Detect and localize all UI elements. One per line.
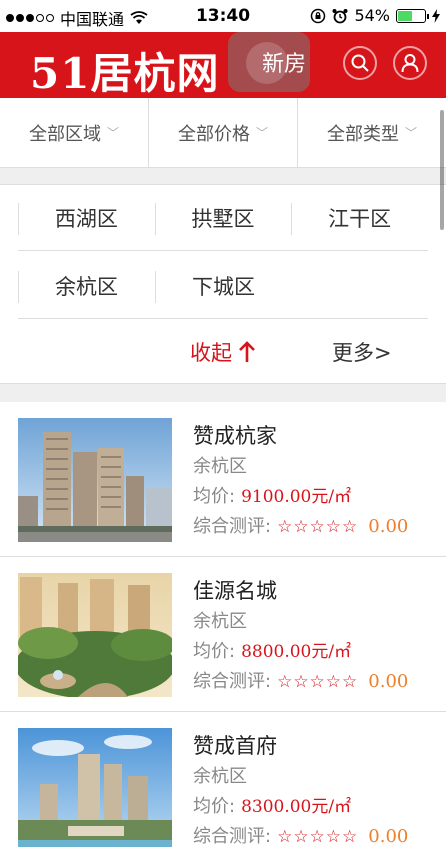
filter-area[interactable]: 全部区域 ﹀ [0, 98, 149, 167]
star-rating-icon: ☆☆☆☆☆ [277, 672, 359, 692]
price-label: 均价: [193, 796, 236, 817]
district-jianggan[interactable]: 江干区 [291, 185, 428, 251]
battery-percent: 54% [354, 6, 390, 25]
status-right: 54% [310, 6, 440, 25]
filter-type-label: 全部类型 [326, 123, 399, 145]
district-row: 余杭区 下城区 [18, 253, 428, 319]
listing-district: 余杭区 [193, 766, 247, 787]
listing-district: 余杭区 [193, 456, 247, 477]
listing-item[interactable]: 赞成杭家 余杭区 均价: 9100.00元/㎡ 综合测评: ☆☆☆☆☆ 0.00 [0, 402, 446, 557]
user-icon [401, 54, 419, 73]
alarm-icon [332, 8, 348, 23]
listing-name: 赞成杭家 [193, 424, 277, 448]
rating-row: 综合测评: ☆☆☆☆☆ 0.00 [193, 667, 408, 697]
listing-photo [18, 728, 172, 847]
listing-price: 8300.00元/㎡ [241, 797, 352, 817]
price-label: 均价: [193, 486, 236, 507]
price-label: 均价: [193, 641, 236, 662]
listing-price: 9100.00元/㎡ [241, 487, 352, 507]
district-xihu[interactable]: 西湖区 [18, 185, 155, 251]
listing-photo [18, 573, 172, 697]
filter-price-label: 全部价格 [177, 123, 250, 145]
price-row: 均价: 8800.00元/㎡ [193, 637, 408, 667]
rating-row: 综合测评: ☆☆☆☆☆ 0.00 [193, 822, 408, 847]
district-xiacheng[interactable]: 下城区 [155, 253, 292, 319]
rating-label: 综合测评: [193, 671, 272, 692]
district-yuhang[interactable]: 余杭区 [18, 253, 155, 319]
price-row: 均价: 9100.00元/㎡ [193, 482, 408, 512]
collapse-button[interactable]: 收起 [190, 337, 256, 367]
charging-icon [432, 8, 440, 23]
search-icon [351, 54, 369, 72]
listing-photo [18, 418, 172, 542]
rating-label: 综合测评: [193, 826, 272, 847]
search-button[interactable] [343, 46, 377, 80]
more-button[interactable]: 更多> [332, 337, 392, 367]
panel-actions: 收起 更多> [0, 321, 446, 385]
filter-type[interactable]: 全部类型 ﹀ [298, 98, 446, 167]
chevron-down-icon: ﹀ [106, 126, 119, 140]
listing-info: 佳源名城 余杭区 均价: 8800.00元/㎡ 综合测评: ☆☆☆☆☆ 0.00 [193, 575, 408, 697]
app-header: 51居杭网 新房 [0, 32, 446, 98]
status-bar: 中国联通 13:40 54% [0, 0, 446, 32]
district-gongshu[interactable]: 拱墅区 [154, 185, 292, 251]
scrollbar[interactable] [440, 110, 444, 230]
listing-info: 赞成首府 余杭区 均价: 8300.00元/㎡ 综合测评: ☆☆☆☆☆ 0.00 [193, 730, 408, 847]
district-row: 西湖区 拱墅区 江干区 [18, 185, 428, 251]
rating-score: 0.00 [368, 826, 409, 847]
collapse-label: 收起 [190, 341, 232, 365]
chevron-down-icon: ﹀ [404, 126, 417, 140]
district-panel: 西湖区 拱墅区 江干区 余杭区 下城区 收起 更多> [0, 184, 446, 384]
star-rating-icon: ☆☆☆☆☆ [277, 517, 359, 537]
orientation-lock-icon [311, 8, 326, 23]
listing-district: 余杭区 [193, 611, 247, 632]
listing-item[interactable]: 佳源名城 余杭区 均价: 8800.00元/㎡ 综合测评: ☆☆☆☆☆ 0.00 [0, 557, 446, 712]
new-house-label: 新房 [261, 52, 306, 77]
star-rating-icon: ☆☆☆☆☆ [277, 827, 359, 847]
filter-price[interactable]: 全部价格 ﹀ [149, 98, 298, 167]
user-button[interactable] [393, 46, 427, 80]
rating-label: 综合测评: [193, 516, 272, 537]
rating-row: 综合测评: ☆☆☆☆☆ 0.00 [193, 512, 408, 542]
site-logo[interactable]: 51居杭网 [30, 40, 219, 101]
new-house-button[interactable]: 新房 [228, 32, 310, 92]
listing-name: 赞成首府 [193, 734, 277, 758]
filter-area-label: 全部区域 [28, 123, 101, 145]
battery-icon [396, 8, 429, 23]
rating-score: 0.00 [368, 516, 409, 537]
rating-score: 0.00 [368, 671, 409, 692]
chevron-down-icon: ﹀ [255, 126, 268, 140]
listing-price: 8800.00元/㎡ [241, 642, 352, 662]
listing-item[interactable]: 赞成首府 余杭区 均价: 8300.00元/㎡ 综合测评: ☆☆☆☆☆ 0.00 [0, 712, 446, 847]
arrow-up-icon [239, 341, 255, 362]
price-row: 均价: 8300.00元/㎡ [193, 792, 408, 822]
filter-bar: 全部区域 ﹀ 全部价格 ﹀ 全部类型 ﹀ [0, 98, 446, 168]
listing-name: 佳源名城 [193, 579, 277, 603]
listing-info: 赞成杭家 余杭区 均价: 9100.00元/㎡ 综合测评: ☆☆☆☆☆ 0.00 [193, 420, 408, 542]
